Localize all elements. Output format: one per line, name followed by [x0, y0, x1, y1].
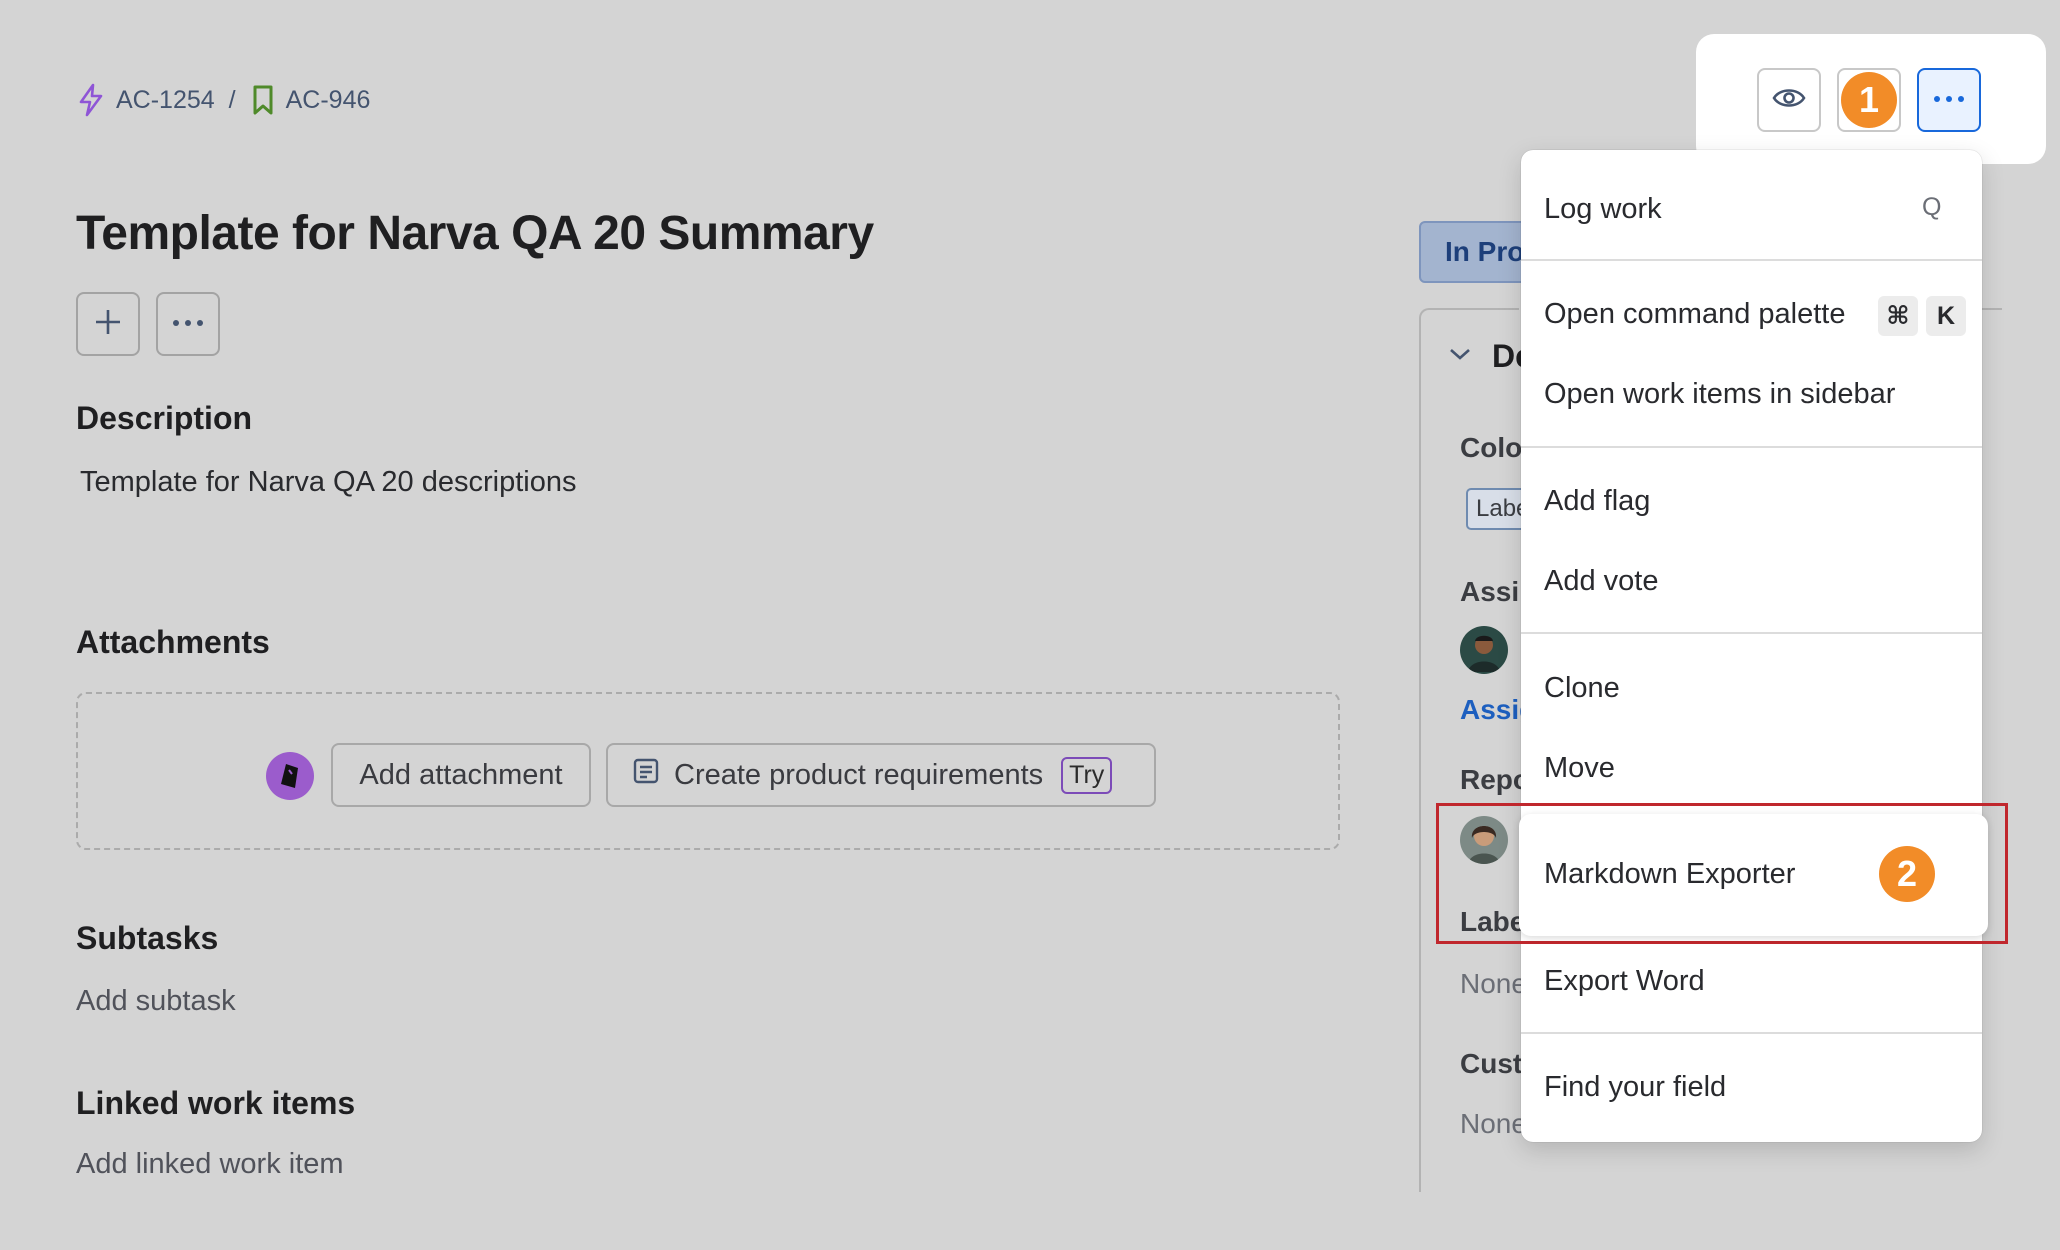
- menu-item-open-command-palette[interactable]: Open command palette: [1544, 298, 1845, 331]
- try-badge: Try: [1061, 756, 1113, 794]
- breadcrumb-current-key[interactable]: AC-946: [286, 86, 371, 115]
- menu-divider: [1521, 1032, 1982, 1034]
- subtasks-heading: Subtasks: [76, 920, 219, 956]
- labels-value[interactable]: None: [1460, 968, 1527, 1000]
- color-label-tag[interactable]: Labe: [1466, 488, 1526, 530]
- assignee-field-label: Assi: [1460, 576, 1520, 607]
- menu-divider: [1521, 259, 1982, 261]
- breadcrumb-separator: /: [228, 85, 236, 114]
- menu-item-clone[interactable]: Clone: [1544, 672, 1620, 705]
- create-requirements-button[interactable]: Create product requirements Try: [606, 743, 1156, 807]
- menu-item-log-work[interactable]: Log work: [1544, 193, 1662, 226]
- breadcrumb: AC-1254 / AC-946: [76, 80, 370, 120]
- breadcrumb-current[interactable]: AC-946: [250, 84, 371, 116]
- ai-assistant-icon: [266, 752, 314, 800]
- assignee-avatar[interactable]: [1460, 626, 1508, 674]
- menu-item-export-word[interactable]: Export Word: [1544, 965, 1705, 998]
- menu-item-open-sidebar[interactable]: Open work items in sidebar: [1544, 378, 1895, 411]
- step-2-badge: 2: [1879, 846, 1935, 902]
- plus-icon: [93, 307, 123, 342]
- panel-border: [1980, 308, 2002, 310]
- chevron-down-icon[interactable]: [1448, 346, 1472, 367]
- step-1-badge: 1: [1841, 72, 1897, 128]
- menu-item-add-flag[interactable]: Add flag: [1544, 485, 1650, 518]
- cmd-key: ⌘: [1878, 296, 1918, 336]
- eye-icon: [1772, 86, 1806, 115]
- log-work-shortcut: Q: [1922, 193, 1942, 221]
- add-linked-item-link[interactable]: Add linked work item: [76, 1148, 344, 1181]
- menu-item-move[interactable]: Move: [1544, 752, 1615, 785]
- custom-field-label: Cust: [1460, 1048, 1523, 1079]
- menu-item-add-vote[interactable]: Add vote: [1544, 565, 1658, 598]
- menu-divider: [1521, 632, 1982, 634]
- attachments-heading: Attachments: [76, 624, 270, 660]
- menu-divider: [1521, 446, 1982, 448]
- color-field-label: Colo: [1460, 432, 1523, 463]
- breadcrumb-parent[interactable]: AC-1254: [76, 83, 215, 117]
- story-bookmark-icon: [250, 84, 276, 116]
- linked-items-heading: Linked work items: [76, 1085, 356, 1121]
- add-attachment-button[interactable]: Add attachment: [331, 743, 591, 807]
- watch-button[interactable]: [1757, 68, 1821, 132]
- create-requirements-label: Create product requirements: [674, 758, 1044, 791]
- more-horizontal-icon: [171, 315, 205, 333]
- description-text[interactable]: Template for Narva QA 20 descriptions: [80, 466, 576, 499]
- reporter-field-label: Repo: [1460, 764, 1530, 795]
- k-key: K: [1926, 296, 1966, 336]
- issue-more-button[interactable]: [156, 292, 220, 356]
- menu-item-markdown-exporter[interactable]: Markdown Exporter: [1544, 858, 1795, 891]
- add-attachment-label: Add attachment: [359, 758, 563, 791]
- more-actions-button[interactable]: [1917, 68, 1981, 132]
- document-icon: [632, 757, 660, 793]
- breadcrumb-parent-key[interactable]: AC-1254: [116, 86, 215, 115]
- status-button[interactable]: In Pro: [1419, 221, 1529, 283]
- custom-field-value[interactable]: None: [1460, 1108, 1527, 1140]
- epic-lightning-icon: [76, 83, 106, 117]
- description-heading: Description: [76, 400, 253, 436]
- menu-item-find-field[interactable]: Find your field: [1544, 1071, 1726, 1104]
- more-horizontal-icon: [1932, 91, 1966, 109]
- add-subtask-link[interactable]: Add subtask: [76, 985, 236, 1018]
- page-title[interactable]: Template for Narva QA 20 Summary: [76, 206, 874, 261]
- add-content-button[interactable]: [76, 292, 140, 356]
